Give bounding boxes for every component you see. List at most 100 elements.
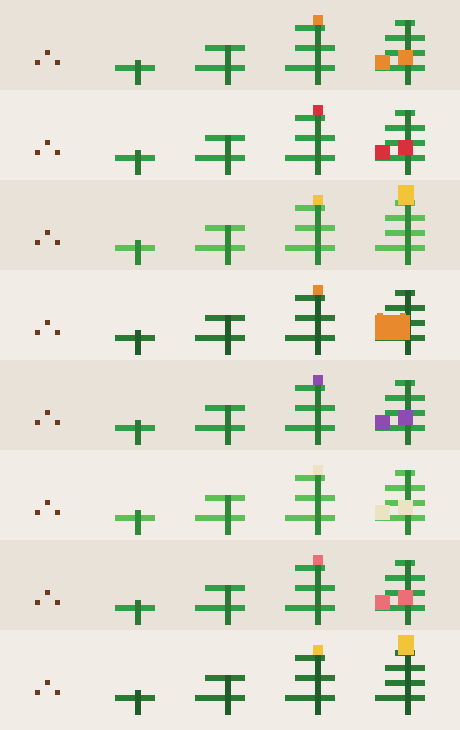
seed-dot: [35, 240, 40, 245]
seed-dot: [35, 690, 40, 695]
young-stem: [225, 675, 231, 715]
cauliflower-budding-sprite: [270, 450, 360, 540]
cauliflower-young-sprite: [180, 450, 270, 540]
fruit: [375, 595, 390, 610]
seed-dot: [35, 60, 40, 65]
crop-row-wheat: [0, 630, 460, 720]
seed-dot: [45, 50, 50, 55]
flower-bud: [313, 465, 323, 475]
carrot-mature-sprite: [360, 0, 450, 90]
leaf-pair: [195, 245, 245, 251]
seed-dot: [55, 330, 60, 335]
corn-seed-sprite: [0, 180, 90, 270]
radish-seed-sprite: [0, 540, 90, 630]
wheat-young-sprite: [180, 630, 270, 720]
budding-stem: [315, 205, 321, 265]
seed-dot: [45, 680, 50, 685]
cauliflower-sprout-sprite: [90, 450, 180, 540]
young-stem: [225, 405, 231, 445]
seed-dot: [45, 140, 50, 145]
tomato-seed-sprite: [0, 90, 90, 180]
cob: [398, 185, 414, 205]
leaf-pair: [285, 245, 335, 251]
eggplant-young-sprite: [180, 360, 270, 450]
carrot-seed-sprite: [0, 0, 90, 90]
leaf-pair: [285, 335, 335, 341]
flower-bud: [313, 285, 323, 295]
seed-dot: [35, 600, 40, 605]
seed-dot: [45, 230, 50, 235]
fruit: [375, 505, 390, 520]
leaf-pair: [285, 605, 335, 611]
pumpkin-young-sprite: [180, 270, 270, 360]
pumpkin-mature-sprite: [360, 270, 450, 360]
tomato-budding-sprite: [270, 90, 360, 180]
fruit: [375, 145, 390, 160]
leaf-pair: [285, 425, 335, 431]
budding-stem: [315, 475, 321, 535]
seed-dot: [45, 500, 50, 505]
leaf-pair: [195, 155, 245, 161]
radish-young-sprite: [180, 540, 270, 630]
seed-dot: [45, 590, 50, 595]
fruit: [398, 410, 413, 425]
flower-bud: [313, 375, 323, 385]
tomato-mature-sprite: [360, 90, 450, 180]
pumpkin-sprout-sprite: [90, 270, 180, 360]
sprout-stem: [135, 600, 141, 625]
leaf-pair: [285, 65, 335, 71]
seed-dot: [55, 420, 60, 425]
mature-stem: [405, 650, 411, 715]
seed-dot: [55, 510, 60, 515]
seed-dot: [55, 690, 60, 695]
eggplant-mature-sprite: [360, 360, 450, 450]
seed-dot: [35, 150, 40, 155]
crop-row-pumpkin: [0, 270, 460, 360]
seed-dot: [55, 60, 60, 65]
corn-young-sprite: [180, 180, 270, 270]
sprout-stem: [135, 240, 141, 265]
leaf-pair: [375, 245, 425, 251]
leaf-pair: [375, 695, 425, 701]
fruit: [398, 140, 413, 155]
leaf-pair: [195, 65, 245, 71]
cob: [398, 635, 414, 655]
budding-stem: [315, 115, 321, 175]
fruit: [398, 590, 413, 605]
sprout-stem: [135, 150, 141, 175]
seed-dot: [35, 330, 40, 335]
seed-dot: [35, 510, 40, 515]
radish-mature-sprite: [360, 540, 450, 630]
budding-stem: [315, 565, 321, 625]
flower-bud: [313, 105, 323, 115]
eggplant-budding-sprite: [270, 360, 360, 450]
wheat-budding-sprite: [270, 630, 360, 720]
carrot-budding-sprite: [270, 0, 360, 90]
flower-bud: [313, 555, 323, 565]
tomato-young-sprite: [180, 90, 270, 180]
young-stem: [225, 45, 231, 85]
flower-bud: [313, 195, 323, 205]
budding-stem: [315, 655, 321, 715]
fruit: [398, 500, 413, 515]
sprout-stem: [135, 510, 141, 535]
sprout-stem: [135, 330, 141, 355]
gourd-lobe: [377, 313, 383, 317]
seed-dot: [55, 240, 60, 245]
carrot-young-sprite: [180, 0, 270, 90]
sprout-stem: [135, 690, 141, 715]
pumpkin-budding-sprite: [270, 270, 360, 360]
leaf-pair: [285, 695, 335, 701]
radish-budding-sprite: [270, 540, 360, 630]
gourd-lobe: [400, 313, 406, 317]
budding-stem: [315, 25, 321, 85]
wheat-seed-sprite: [0, 630, 90, 720]
corn-budding-sprite: [270, 180, 360, 270]
crop-growth-sheet: [0, 0, 460, 730]
corn-sprout-sprite: [90, 180, 180, 270]
carrot-sprout-sprite: [90, 0, 180, 90]
young-stem: [225, 585, 231, 625]
leaf-pair: [285, 155, 335, 161]
leaf-pair: [195, 335, 245, 341]
pumpkin-seed-sprite: [0, 270, 90, 360]
